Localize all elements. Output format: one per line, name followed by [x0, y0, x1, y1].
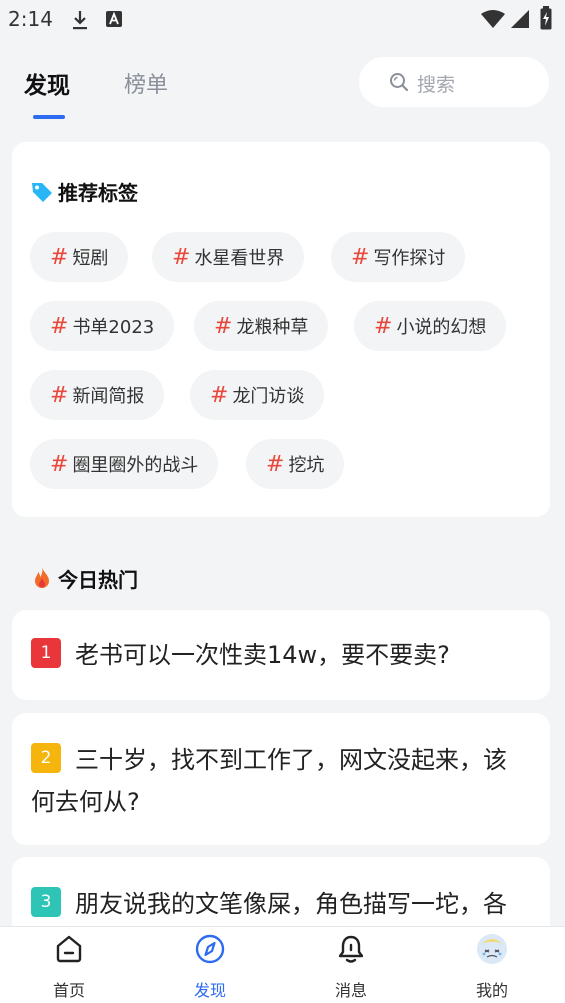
hot-item-title: 朋友说我的文笔像屎，角色描写一坨，各 [75, 890, 507, 918]
hash-icon: # [50, 451, 69, 477]
hash-icon: # [50, 244, 69, 270]
status-bar: 2:14 [0, 0, 565, 40]
tag-chip[interactable]: # 书单2023 [30, 301, 175, 351]
nav-home[interactable]: 首页 [29, 927, 109, 1003]
tag-chip[interactable]: # 圈里圈外的战斗 [30, 439, 219, 489]
rank-badge: 1 [31, 638, 61, 668]
hash-icon: # [172, 244, 191, 270]
tag-chip[interactable]: # 龙粮种草 [194, 301, 329, 351]
nav-label: 消息 [334, 981, 367, 1000]
tag-chip[interactable]: # 短剧 [30, 232, 129, 282]
recommended-tags-card: 推荐标签 # 短剧 # 水星看世界 # 写作探讨 # 书单2023 # 龙粮种草… [12, 142, 550, 517]
tag-label: 新闻简报 [72, 386, 145, 407]
tag-label: 圈里圈外的战斗 [72, 455, 199, 476]
tag-label: 龙粮种草 [236, 317, 309, 338]
tag-label: 小说的幻想 [396, 317, 487, 338]
tag-chip[interactable]: # 水星看世界 [152, 232, 305, 282]
tag-icon [32, 183, 52, 202]
search-input[interactable]: 搜索 [359, 57, 549, 107]
a-icon [106, 11, 122, 27]
battery-icon [540, 6, 552, 30]
wifi-icon [481, 10, 505, 28]
status-time: 2:14 [8, 7, 53, 31]
tag-chip[interactable]: # 新闻简报 [30, 370, 165, 420]
tag-label: 短剧 [72, 248, 109, 269]
compass-icon [195, 934, 225, 964]
hot-item-content: 2 三十岁，找不到工作了，网文没起来，该何去何从? [31, 739, 528, 823]
search-icon [390, 73, 409, 92]
nav-label: 首页 [52, 981, 85, 1000]
nav-profile[interactable]: 我的 [452, 927, 532, 1003]
hot-item-title: 老书可以一次性卖14w，要不要卖? [75, 641, 450, 669]
bottom-nav: 首页 发现 消息 我的 [0, 926, 565, 1003]
download-icon [73, 11, 87, 30]
hot-item[interactable]: 1 老书可以一次性卖14w，要不要卖? [12, 610, 550, 700]
rank-badge: 3 [31, 887, 61, 917]
home-icon [56, 935, 82, 963]
tab-discover[interactable]: 发现 [24, 66, 70, 100]
hash-icon: # [210, 382, 229, 408]
active-tab-indicator [33, 115, 65, 119]
tag-chip[interactable]: # 挖坑 [246, 439, 345, 489]
tag-label: 书单2023 [72, 317, 155, 338]
hash-icon: # [50, 313, 69, 339]
section-title-hot: 今日热门 [58, 568, 138, 592]
tag-label: 挖坑 [288, 455, 325, 476]
hot-item-title: 三十岁，找不到工作了，网文没起来，该何去何从? [31, 746, 507, 816]
hot-item-content: 1 老书可以一次性卖14w，要不要卖? [31, 634, 528, 676]
tag-chip[interactable]: # 写作探讨 [331, 232, 466, 282]
tab-ranking[interactable]: 榜单 [124, 67, 168, 99]
hash-icon: # [266, 451, 285, 477]
hot-item-content: 3 朋友说我的文笔像屎，角色描写一坨，各 [31, 883, 528, 925]
hot-item[interactable]: 2 三十岁，找不到工作了，网文没起来，该何去何从? [12, 713, 550, 845]
bell-icon [338, 935, 364, 963]
rank-badge: 2 [31, 743, 61, 773]
fire-icon [35, 567, 49, 588]
section-title-tags: 推荐标签 [58, 181, 138, 205]
nav-label: 我的 [475, 981, 508, 1000]
tag-chip[interactable]: # 小说的幻想 [354, 301, 507, 351]
tag-label: 水星看世界 [194, 248, 285, 269]
hash-icon: # [50, 382, 69, 408]
hash-icon: # [351, 244, 370, 270]
nav-label: 发现 [193, 981, 226, 1000]
hash-icon: # [374, 313, 393, 339]
nav-discover[interactable]: 发现 [170, 927, 250, 1003]
tag-chip[interactable]: # 龙门访谈 [190, 370, 325, 420]
search-placeholder: 搜索 [417, 74, 456, 96]
avatar-icon [477, 934, 507, 964]
signal-icon [511, 10, 529, 28]
nav-messages[interactable]: 消息 [311, 927, 391, 1003]
hash-icon: # [214, 313, 233, 339]
tag-label: 写作探讨 [373, 248, 446, 269]
tag-label: 龙门访谈 [232, 386, 305, 407]
